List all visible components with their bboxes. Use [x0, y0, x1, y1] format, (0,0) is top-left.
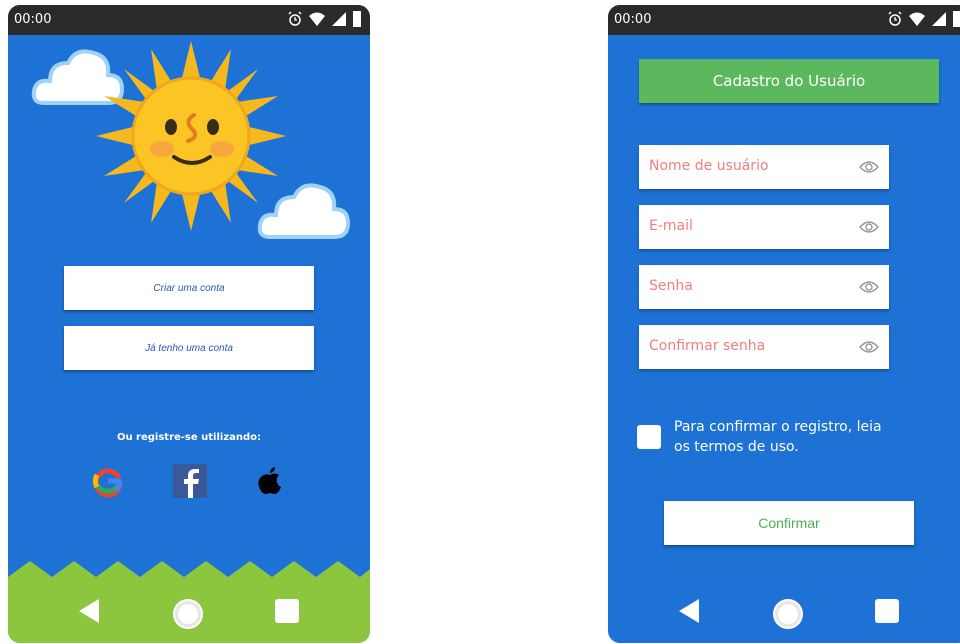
login-button[interactable]: Já tenho uma conta [64, 326, 314, 370]
wifi-icon [909, 12, 925, 26]
back-icon[interactable] [678, 598, 700, 624]
eye-icon[interactable] [859, 220, 879, 234]
username-placeholder: Nome de usuário [649, 158, 769, 174]
apple-icon[interactable] [252, 463, 288, 499]
status-icons [887, 10, 960, 28]
terms-line-1: Para confirmar o registro, leia [674, 419, 882, 435]
signal-icon [332, 12, 346, 26]
eye-icon[interactable] [859, 280, 879, 294]
password-field[interactable]: Senha [639, 265, 889, 309]
status-bar: 00:00 [608, 5, 960, 35]
home-icon[interactable] [772, 598, 804, 630]
signal-icon [932, 12, 946, 26]
cloud-illustration [257, 183, 351, 239]
password-placeholder: Senha [649, 278, 693, 294]
status-time: 00:00 [14, 12, 52, 27]
wifi-icon [309, 12, 325, 26]
confirm-button[interactable]: Confirmar [664, 501, 914, 545]
terms-text: Para confirmar o registro, leia os termo… [674, 417, 934, 457]
registration-screen: 00:00 Cadastro do Usuário Nome de usuári… [608, 5, 960, 643]
welcome-screen: 00:00 Criar uma conta Já tenho uma conta… [8, 5, 370, 643]
page-title: Cadastro do Usuário [639, 59, 939, 103]
nav-bar [608, 585, 960, 643]
status-time: 00:00 [614, 12, 652, 27]
google-icon[interactable] [90, 463, 126, 499]
confirm-password-placeholder: Confirmar senha [649, 338, 766, 354]
nav-bar [8, 585, 370, 643]
recent-apps-icon[interactable] [874, 598, 900, 624]
terms-checkbox[interactable] [637, 425, 661, 449]
status-icons [287, 10, 362, 28]
facebook-icon[interactable] [172, 463, 208, 499]
confirm-password-field[interactable]: Confirmar senha [639, 325, 889, 369]
register-with-label: Ou registre-se utilizando: [116, 432, 262, 443]
alarm-icon [888, 11, 902, 26]
home-icon[interactable] [172, 598, 204, 630]
battery-icon [353, 11, 361, 27]
recent-apps-icon[interactable] [274, 598, 300, 624]
create-account-button[interactable]: Criar uma conta [64, 266, 314, 310]
username-field[interactable]: Nome de usuário [639, 145, 889, 189]
eye-icon[interactable] [859, 340, 879, 354]
email-placeholder: E-mail [649, 218, 693, 234]
status-bar: 00:00 [8, 5, 370, 35]
battery-icon [953, 11, 960, 27]
eye-icon[interactable] [859, 160, 879, 174]
terms-line-2: os termos de uso. [674, 439, 799, 455]
back-icon[interactable] [78, 598, 100, 624]
alarm-icon [288, 11, 302, 26]
email-field[interactable]: E-mail [639, 205, 889, 249]
